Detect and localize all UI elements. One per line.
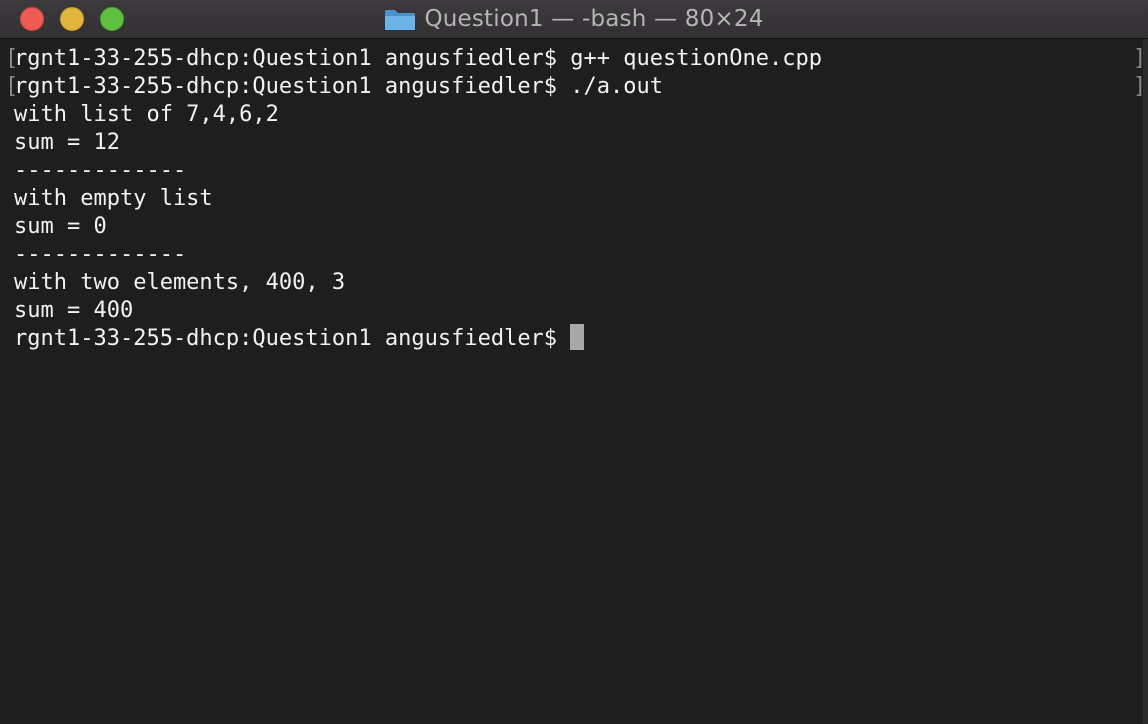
- folder-icon: [385, 10, 416, 30]
- terminal-line: -------------: [14, 158, 187, 183]
- terminal-line: with list of 7,4,6,2: [14, 102, 279, 127]
- terminal-line: sum = 0: [14, 214, 107, 239]
- title-bar[interactable]: Question1 — -bash — 80×24: [0, 0, 1148, 39]
- terminal-output[interactable]: [ ] [ ] rgnt1-33-255-dhcp:Question1 angu…: [0, 39, 1148, 724]
- terminal-line: rgnt1-33-255-dhcp:Question1 angusfiedler…: [14, 46, 822, 71]
- terminal-line: rgnt1-33-255-dhcp:Question1 angusfiedler…: [14, 74, 664, 99]
- shell-prompt: rgnt1-33-255-dhcp:Question1 angusfiedler…: [14, 326, 571, 351]
- window-title: Question1 — -bash — 80×24: [0, 0, 1148, 38]
- terminal-line: with two elements, 400, 3: [14, 270, 346, 295]
- scrollbar-track[interactable]: [1143, 39, 1148, 724]
- terminal-line: -------------: [14, 242, 187, 267]
- terminal-line: with empty list: [14, 186, 213, 211]
- terminal-line: sum = 400: [14, 298, 134, 323]
- terminal-window: Question1 — -bash — 80×24 [ ] [ ] rgnt1-…: [0, 0, 1148, 724]
- text-cursor: [570, 324, 585, 350]
- terminal-line: sum = 12: [14, 130, 120, 155]
- prompt-line[interactable]: rgnt1-33-255-dhcp:Question1 angusfiedler…: [14, 324, 585, 353]
- window-title-text: Question1 — -bash — 80×24: [424, 6, 764, 32]
